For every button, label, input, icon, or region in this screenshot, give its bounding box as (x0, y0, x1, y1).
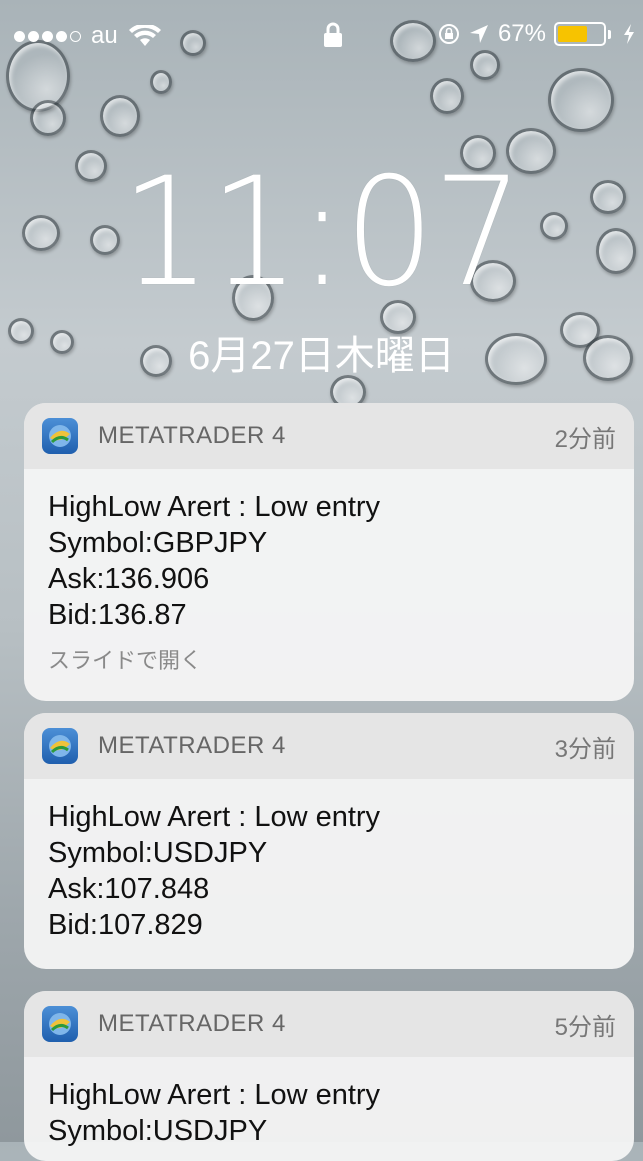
notification-header: METATRADER 4 2分前 (24, 403, 634, 469)
notification-card[interactable]: METATRADER 4 2分前 HighLow Arert : Low ent… (24, 403, 634, 701)
battery-percentage: 67% (497, 20, 546, 47)
lock-screen-time: 11:07 (0, 158, 643, 308)
metatrader-app-icon (42, 1006, 78, 1042)
notification-line: HighLow Arert : Low entry (48, 1079, 381, 1111)
notification-body: HighLow Arert : Low entry Symbol:USDJPY (24, 1057, 634, 1161)
notification-header: METATRADER 4 3分前 (24, 713, 634, 779)
notification-line: Bid:136.87 (48, 599, 187, 631)
notification-line: HighLow Arert : Low entry (48, 801, 381, 833)
notification-time: 2分前 (554, 425, 616, 453)
notification-card[interactable]: METATRADER 4 5分前 HighLow Arert : Low ent… (24, 991, 634, 1161)
time-text: 11:07 (120, 146, 524, 320)
metatrader-app-icon (42, 418, 78, 454)
notification-app-name: METATRADER 4 (98, 1010, 286, 1037)
notification-line: Symbol:USDJPY (48, 837, 268, 869)
notification-line: Bid:107.829 (48, 909, 203, 941)
notification-app-name: METATRADER 4 (98, 422, 286, 449)
lock-icon (324, 22, 342, 47)
slide-to-open-hint: スライドで開く (48, 648, 203, 673)
wifi-icon (128, 25, 161, 46)
notification-line: Symbol:GBPJPY (48, 527, 268, 559)
location-icon (469, 25, 488, 43)
notification-line: HighLow Arert : Low entry (48, 491, 381, 523)
battery-level-fill (558, 26, 588, 42)
notification-body: HighLow Arert : Low entry Symbol:GBPJPY … (24, 469, 634, 701)
notification-app-name: METATRADER 4 (98, 732, 286, 759)
notification-header: METATRADER 4 5分前 (24, 991, 634, 1057)
carrier-name: au (91, 22, 118, 49)
notification-line: Symbol:USDJPY (48, 1115, 268, 1147)
notification-line: Ask:136.906 (48, 563, 210, 595)
notification-time: 3分前 (554, 735, 616, 763)
notification-time: 5分前 (554, 1013, 616, 1041)
status-bar: au 67% (0, 0, 643, 70)
notification-card[interactable]: METATRADER 4 3分前 HighLow Arert : Low ent… (24, 713, 634, 969)
notification-body: HighLow Arert : Low entry Symbol:USDJPY … (24, 779, 634, 969)
signal-strength-icon (14, 30, 81, 42)
metatrader-app-icon (42, 728, 78, 764)
lock-screen-date: 6月27日木曜日 (188, 334, 455, 378)
battery-icon (554, 22, 611, 46)
rotation-lock-icon (438, 24, 459, 44)
notification-line: Ask:107.848 (48, 873, 210, 905)
charging-bolt-icon (624, 24, 634, 44)
